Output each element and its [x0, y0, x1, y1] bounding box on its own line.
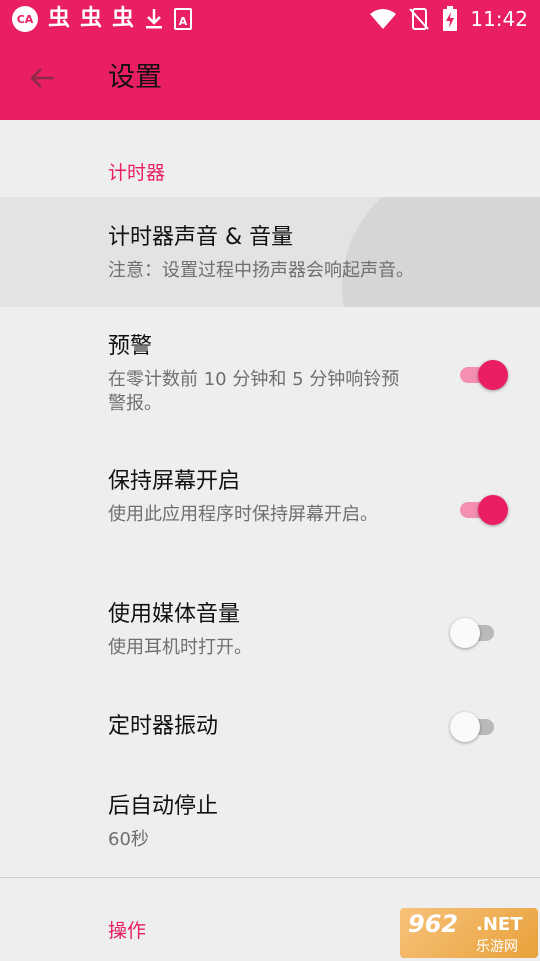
pref-summary: 使用此应用程序时保持屏幕开启。 — [108, 504, 378, 525]
download-icon — [146, 9, 163, 29]
pref-vibrate[interactable]: 定时器振动 — [0, 700, 540, 760]
bug-notification-icon: 虫 — [48, 6, 71, 31]
pref-title: 使用媒体音量 — [108, 602, 241, 627]
warning-toggle[interactable] — [456, 356, 508, 392]
arrow-left-icon — [30, 68, 54, 88]
watermark-net: .NET — [476, 914, 523, 935]
page-title: 设置 — [108, 62, 162, 93]
app-notification-icon: CA — [12, 6, 38, 32]
category-actions: 操作 — [108, 920, 147, 942]
pref-media-volume[interactable]: 使用媒体音量 使用耳机时打开。 — [0, 590, 540, 680]
ripple-effect — [342, 197, 540, 307]
back-button[interactable] — [24, 60, 60, 96]
settings-list: 计时器 计时器声音 & 音量 注意：设置过程中扬声器会响起声音。 预警 在零计数… — [0, 120, 540, 961]
toggle-thumb — [478, 360, 508, 390]
category-timer: 计时器 — [108, 162, 166, 184]
clock: 11:42 — [470, 7, 528, 31]
status-bar: CA 虫 虫 虫 A 11:42 — [0, 0, 540, 38]
divider — [0, 877, 540, 878]
watermark-number: 962 — [408, 910, 459, 938]
a-icon: A — [174, 8, 193, 30]
bug-notification-icon: 虫 — [112, 6, 135, 31]
pref-title: 预警 — [108, 334, 153, 359]
watermark-site-name: 乐游网 — [476, 939, 518, 955]
pref-title: 保持屏幕开启 — [108, 469, 241, 494]
toggle-thumb — [450, 712, 480, 742]
vibrate-toggle[interactable] — [450, 708, 502, 744]
toggle-thumb — [450, 618, 480, 648]
pref-sound-volume[interactable]: 计时器声音 & 音量 注意：设置过程中扬声器会响起声音。 — [0, 197, 540, 307]
pref-auto-stop[interactable]: 后自动停止 60秒 — [0, 784, 540, 864]
wifi-icon — [370, 9, 397, 29]
pref-summary: 60秒 — [108, 829, 149, 850]
toggle-thumb — [478, 495, 508, 525]
pref-title: 定时器振动 — [108, 714, 219, 739]
bug-notification-icon: 虫 — [80, 6, 103, 31]
pref-summary: 使用耳机时打开。 — [108, 637, 252, 658]
app-bar: 设置 — [0, 38, 540, 120]
pref-summary: 注意：设置过程中扬声器会响起声音。 — [108, 260, 414, 281]
watermark-logo: 962 .NET 乐游网 — [400, 908, 538, 958]
pref-summary: 在零计数前 10 分钟和 5 分钟响铃预警报。 — [108, 369, 400, 414]
keep-screen-toggle[interactable] — [456, 491, 508, 527]
media-volume-toggle[interactable] — [450, 614, 502, 650]
pref-title: 后自动停止 — [108, 794, 219, 819]
pref-keep-screen-on[interactable]: 保持屏幕开启 使用此应用程序时保持屏幕开启。 — [0, 455, 540, 565]
no-signal-icon — [409, 8, 430, 30]
pref-title: 计时器声音 & 音量 — [108, 225, 294, 250]
pref-warning[interactable]: 预警 在零计数前 10 分钟和 5 分钟响铃预警报。 — [0, 320, 540, 430]
battery-charging-icon — [443, 6, 458, 31]
